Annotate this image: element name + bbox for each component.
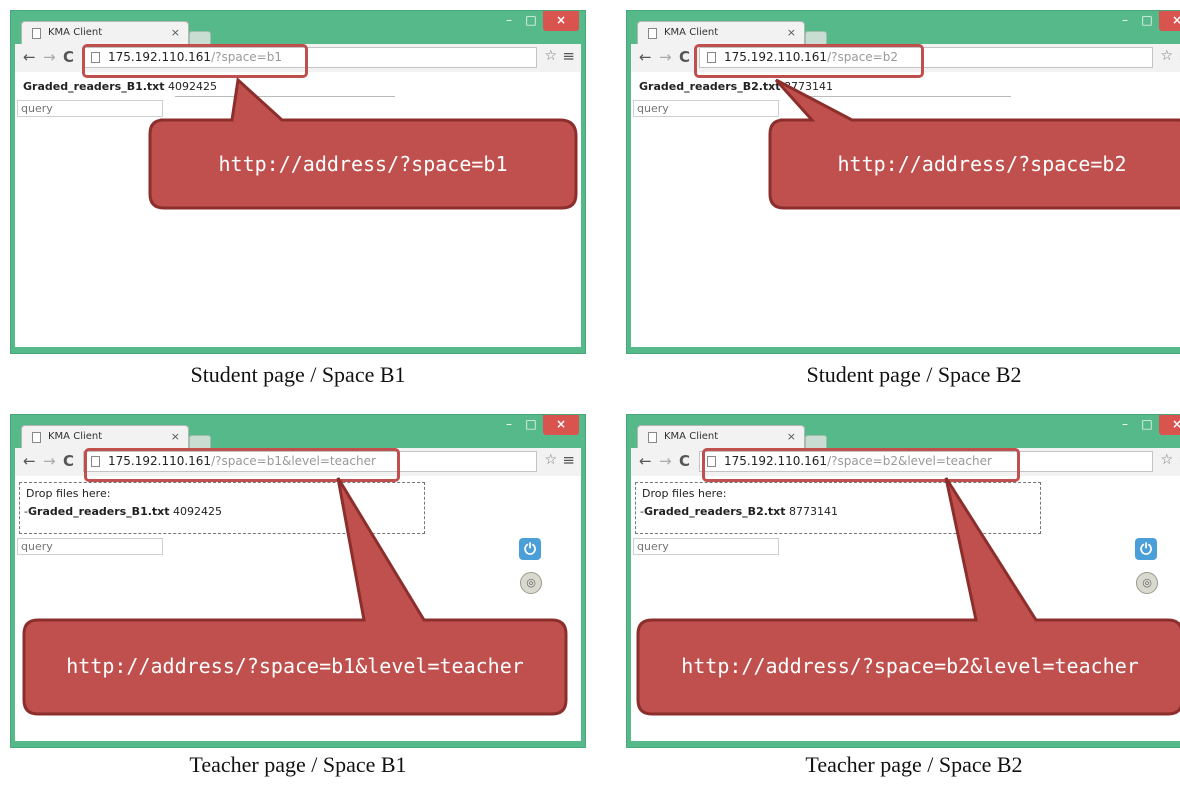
panel-student-b1: KMA Client × – □ × ← → C 175.192.110.161…: [10, 10, 586, 394]
panel-caption: Student page / Space B2: [806, 362, 1022, 387]
callout-text: http://address/?space=b1: [218, 152, 508, 176]
callout-bubble: [768, 78, 1180, 210]
callout-bubble: [22, 477, 568, 716]
panel-caption: Student page / Space B1: [190, 362, 406, 387]
callout-text: http://address/?space=b2&level=teacher: [681, 654, 1139, 678]
panel-teacher-b2: KMA Client × – □ × ← → C 175.192.110.161…: [626, 414, 1180, 798]
callout-bubble: [636, 477, 1180, 716]
panel-caption: Teacher page / Space B2: [805, 752, 1023, 777]
panel-student-b2: KMA Client × – □ × ← → C 175.192.110.161…: [626, 10, 1180, 394]
panel-teacher-b1: KMA Client × – □ × ← → C 175.192.110.161…: [10, 414, 586, 798]
panel-caption: Teacher page / Space B1: [189, 752, 407, 777]
callout-bubble: [148, 77, 578, 210]
callout-text: http://address/?space=b2: [837, 152, 1127, 176]
callout-text: http://address/?space=b1&level=teacher: [66, 654, 524, 678]
